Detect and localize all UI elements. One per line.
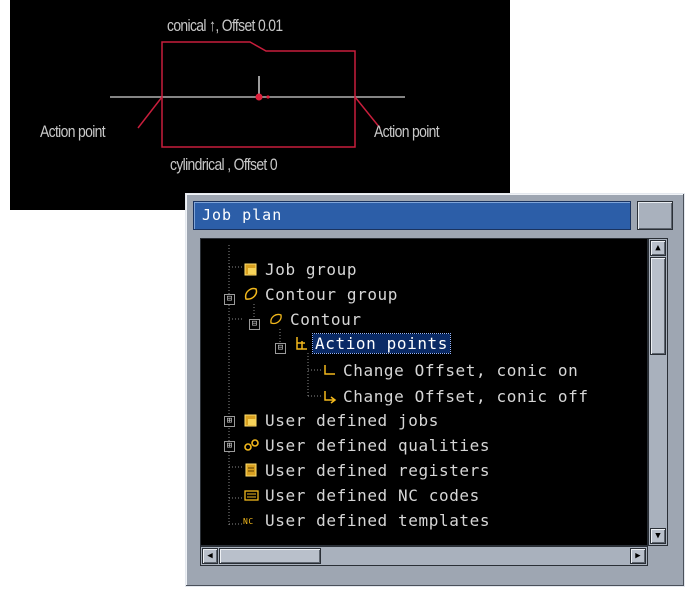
- action-point-off-icon: [321, 388, 337, 404]
- tree-item-label: Contour group: [265, 284, 399, 304]
- horizontal-scrollbar[interactable]: ◀ ▶: [200, 546, 648, 566]
- expander-contour-group[interactable]: ⊟: [224, 294, 235, 305]
- label-cylindrical: cylindrical , Offset 0: [170, 155, 278, 174]
- svg-text:NC: NC: [243, 517, 254, 526]
- qualities-icon: [243, 437, 259, 453]
- title-bar[interactable]: Job plan: [193, 201, 631, 230]
- tree-item-action-points[interactable]: Action points: [293, 332, 452, 354]
- tree-item-label: Contour: [290, 309, 362, 329]
- tree-item-label: User defined qualities: [265, 435, 491, 455]
- tree-item-user-defined-nc-codes[interactable]: User defined NC codes: [243, 484, 482, 506]
- window-title: Job plan: [202, 206, 283, 224]
- expander-user-defined-jobs[interactable]: ⊞: [224, 416, 235, 427]
- tree-item-label: User defined NC codes: [265, 485, 480, 505]
- contour-group-icon: [243, 286, 259, 302]
- vertical-scroll-thumb[interactable]: [650, 257, 666, 355]
- action-points-icon: [293, 335, 309, 351]
- tree-item-job-group[interactable]: Job group: [243, 258, 359, 280]
- tree-item-contour-group[interactable]: Contour group: [243, 283, 400, 305]
- expander-contour[interactable]: ⊟: [249, 319, 260, 330]
- vertical-scrollbar[interactable]: ▲ ▼: [648, 238, 668, 546]
- tree-item-user-defined-registers[interactable]: User defined registers: [243, 459, 492, 481]
- contour-bottom: [161, 97, 356, 148]
- contour-icon: [268, 311, 284, 327]
- label-action-point-right: Action point: [374, 122, 440, 141]
- scroll-up-button[interactable]: ▲: [650, 240, 666, 256]
- expander-user-defined-qualities[interactable]: ⊞: [224, 441, 235, 452]
- scroll-right-button[interactable]: ▶: [630, 548, 646, 564]
- label-action-point-left: Action point: [40, 122, 106, 141]
- registers-icon: [243, 462, 259, 478]
- window-menu-button[interactable]: [637, 201, 673, 230]
- scrollbar-corner: [648, 546, 666, 564]
- user-jobs-icon: [243, 412, 259, 428]
- tree-item-user-defined-qualities[interactable]: User defined qualities: [243, 434, 492, 456]
- tree-item-label: User defined registers: [265, 460, 491, 480]
- tree-item-label: Change Offset, conic on: [343, 360, 579, 380]
- tree-item-change-offset-on[interactable]: Change Offset, conic on: [321, 359, 580, 381]
- job-plan-tree[interactable]: ⊟ ⊟ ⊟ ⊞ ⊞ Job group Contour group Contou…: [200, 238, 648, 546]
- tree-item-label: Action points: [311, 332, 452, 354]
- job-plan-window: Job plan ⊟ ⊟ ⊟ ⊞ ⊞ Job group Contour gro…: [185, 193, 685, 587]
- expander-action-points[interactable]: ⊟: [275, 343, 286, 354]
- scroll-left-button[interactable]: ◀: [202, 548, 218, 564]
- center-point: [255, 93, 263, 101]
- tree-item-contour[interactable]: Contour: [268, 308, 364, 330]
- tree-item-label: Change Offset, conic off: [343, 386, 589, 406]
- label-conical: conical ↑, Offset 0.01: [167, 16, 283, 35]
- scroll-down-button[interactable]: ▼: [650, 528, 666, 544]
- tree-item-label: User defined templates: [265, 510, 491, 530]
- templates-icon: NC: [243, 512, 259, 528]
- cad-preview: conical ↑, Offset 0.01 Action point Acti…: [10, 0, 510, 210]
- action-point-on-icon: [321, 362, 337, 378]
- tree-item-label: Job group: [265, 259, 358, 279]
- horizontal-scroll-thumb[interactable]: [219, 548, 321, 564]
- tree-item-label: User defined jobs: [265, 410, 439, 430]
- center-dot: [266, 95, 270, 99]
- nc-codes-icon: [243, 487, 259, 503]
- tree-item-change-offset-off[interactable]: Change Offset, conic off: [321, 385, 591, 407]
- tree-item-user-defined-templates[interactable]: NC User defined templates: [243, 509, 492, 531]
- tree-item-user-defined-jobs[interactable]: User defined jobs: [243, 409, 441, 431]
- job-group-icon: [243, 261, 259, 277]
